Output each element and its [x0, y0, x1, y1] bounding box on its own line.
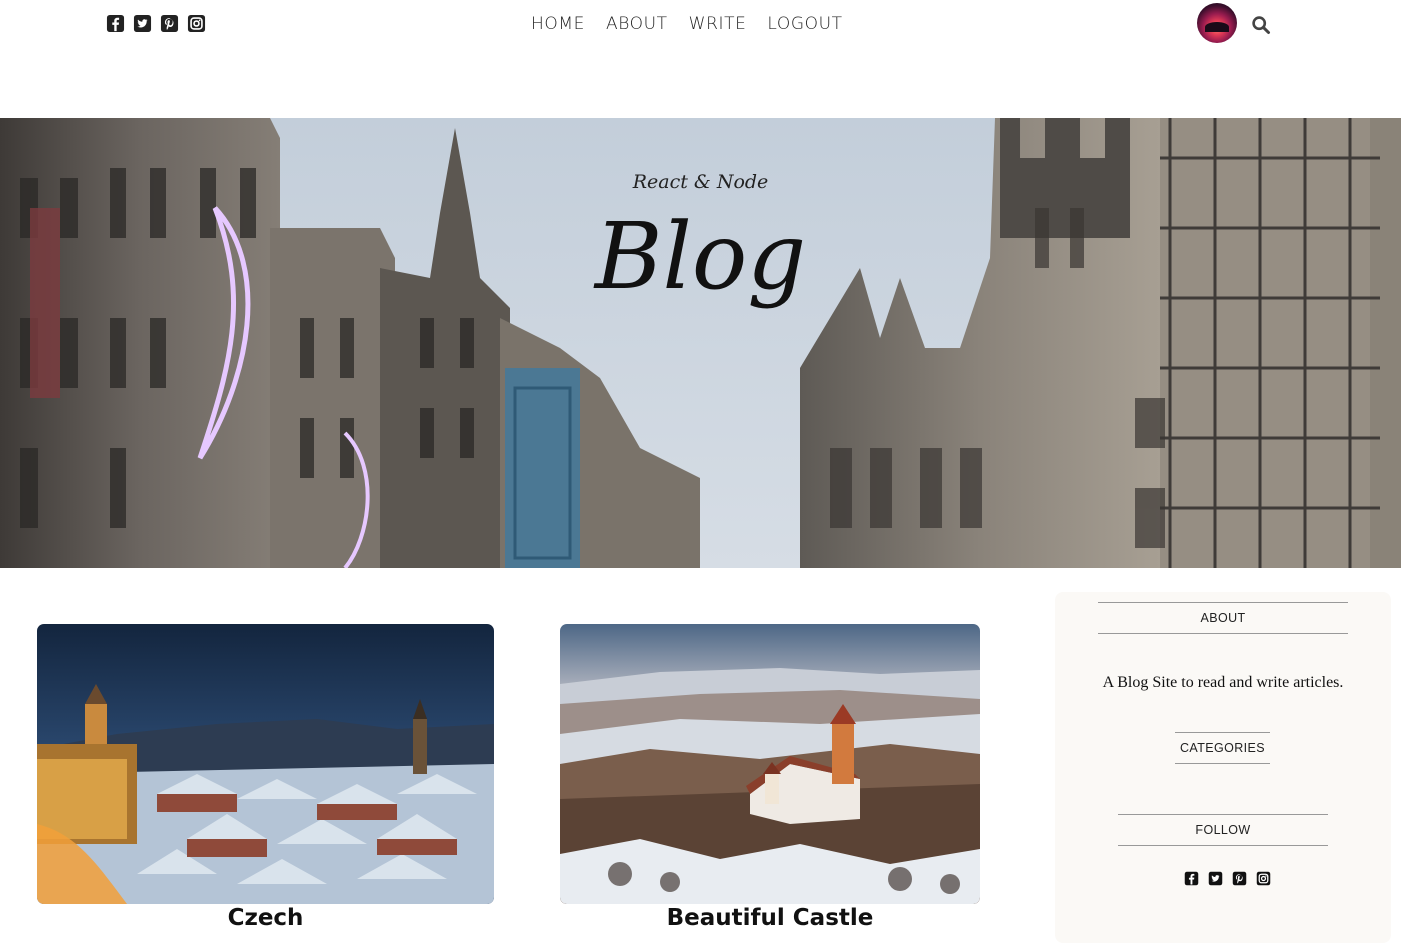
nav-logout-link[interactable]: LOGOUT — [767, 14, 842, 34]
nav-home-link[interactable]: HOME — [531, 14, 585, 34]
instagram-icon[interactable] — [1256, 871, 1271, 886]
post-image[interactable] — [37, 624, 494, 904]
user-avatar[interactable] — [1197, 3, 1237, 43]
sidebar-follow-title: FOLLOW — [1118, 814, 1328, 846]
twitter-square-icon[interactable] — [133, 14, 152, 33]
post-card: Czech — [37, 624, 494, 943]
sidebar-categories-title: CATEGORIES — [1175, 732, 1270, 764]
search-icon[interactable] — [1251, 15, 1271, 35]
post-image[interactable] — [560, 624, 980, 904]
post-card: Beautiful Castle — [560, 624, 980, 943]
hero-title: Blog — [594, 203, 807, 310]
sidebar-about-text: A Blog Site to read and write articles. — [1102, 674, 1344, 691]
pinterest-square-icon[interactable] — [1232, 871, 1247, 886]
hero-subtitle: React & Node — [632, 171, 769, 193]
instagram-icon[interactable] — [187, 14, 206, 33]
facebook-square-icon[interactable] — [106, 14, 125, 33]
post-title[interactable]: Beautiful Castle — [560, 905, 980, 931]
twitter-square-icon[interactable] — [1208, 871, 1223, 886]
sidebar-social-icons — [1184, 871, 1271, 886]
top-social-icons — [106, 14, 206, 33]
nav-write-link[interactable]: WRITE — [689, 14, 747, 34]
sidebar-about-title: ABOUT — [1098, 602, 1348, 634]
top-bar: HOME ABOUT WRITE LOGOUT — [0, 0, 1401, 50]
post-title[interactable]: Czech — [37, 905, 494, 931]
pinterest-square-icon[interactable] — [160, 14, 179, 33]
main-nav: HOME ABOUT WRITE LOGOUT — [531, 14, 843, 34]
nav-about-link[interactable]: ABOUT — [606, 14, 668, 34]
hero-banner: React & Node Blog — [0, 118, 1401, 568]
facebook-square-icon[interactable] — [1184, 871, 1199, 886]
sidebar: ABOUT A Blog Site to read and write arti… — [1055, 592, 1391, 943]
